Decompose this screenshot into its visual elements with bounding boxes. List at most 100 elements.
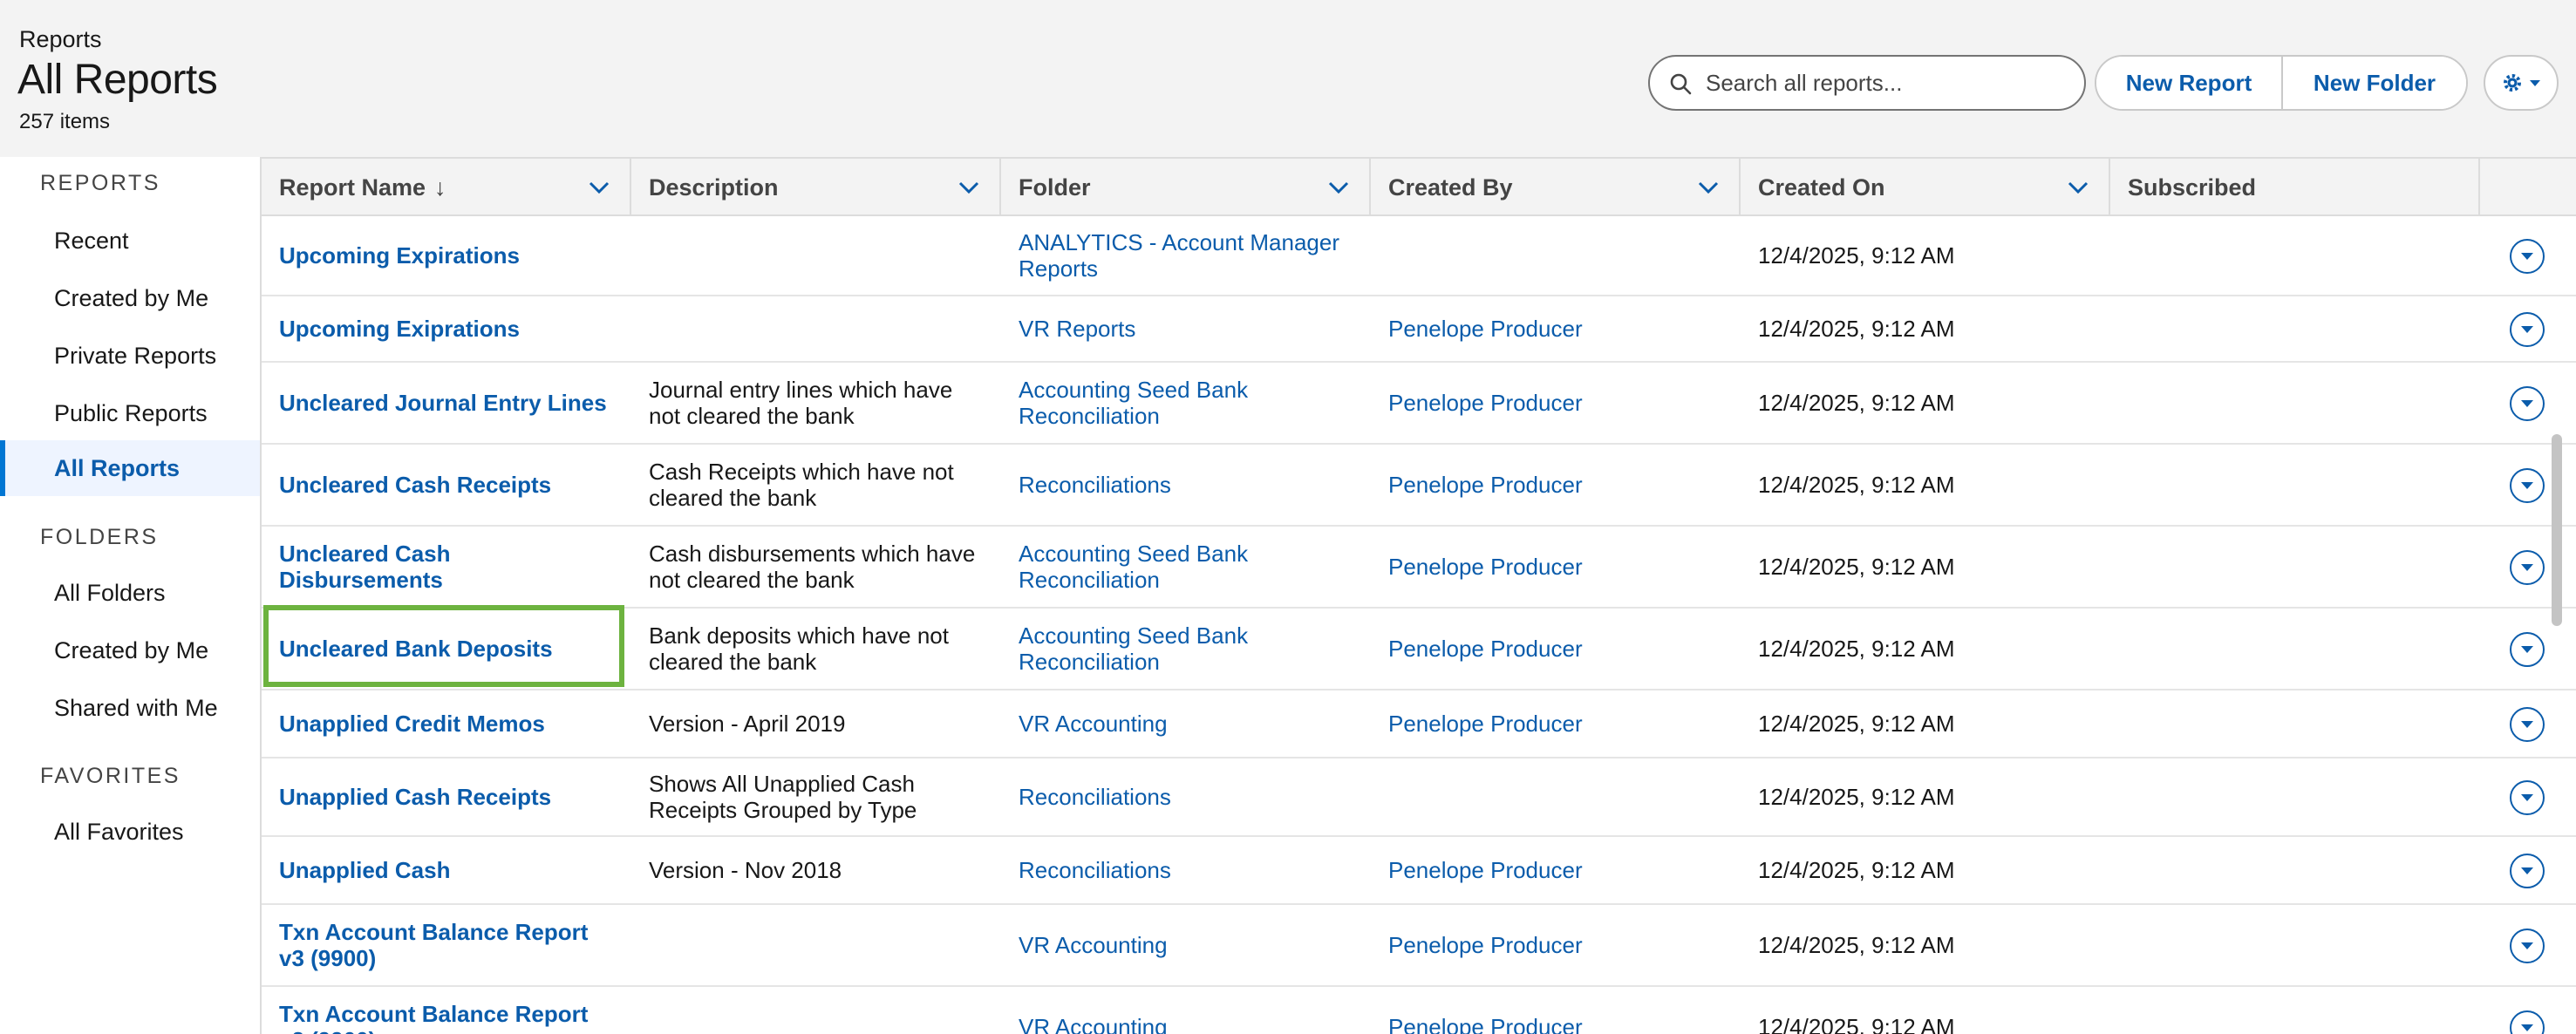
- report-name-link[interactable]: Unapplied Cash: [262, 837, 631, 903]
- breadcrumb[interactable]: Reports: [19, 26, 102, 53]
- report-name-link[interactable]: Unapplied Cash Receipts: [262, 758, 631, 835]
- created-on: 12/4/2025, 9:12 AM: [1758, 316, 1955, 342]
- chevron-down-icon[interactable]: [1327, 178, 1350, 197]
- report-name-link[interactable]: Txn Account Balance Report v3 (9900): [262, 905, 631, 985]
- created-by-link[interactable]: Penelope Producer: [1371, 445, 1741, 525]
- created-by-link[interactable]: Penelope Producer: [1371, 527, 1741, 607]
- table-row: Txn Account Balance Report v3 (9900) VR A…: [262, 905, 2576, 987]
- chevron-down-icon: [2521, 400, 2533, 407]
- column-header-description[interactable]: Description: [631, 159, 1001, 216]
- created-on: 12/4/2025, 9:12 AM: [1758, 636, 1955, 662]
- folder-link[interactable]: Accounting Seed Bank Reconciliation: [1001, 609, 1371, 689]
- created-by-link[interactable]: Penelope Producer: [1371, 690, 1741, 757]
- report-description: Shows All Unapplied Cash Receipts Groupe…: [649, 771, 917, 823]
- created-by-link[interactable]: Penelope Producer: [1371, 987, 1741, 1034]
- chevron-down-icon[interactable]: [2067, 178, 2089, 197]
- page-header: Reports All Reports 257 items New Report…: [0, 0, 2576, 157]
- column-label: Created On: [1758, 173, 1885, 201]
- row-action-icon[interactable]: [2510, 550, 2545, 585]
- sort-arrow-icon: ↓: [434, 173, 446, 201]
- folder-link[interactable]: Reconciliations: [1001, 445, 1371, 525]
- column-label: Description: [649, 173, 779, 201]
- chevron-down-icon[interactable]: [957, 178, 980, 197]
- chevron-down-icon[interactable]: [588, 178, 610, 197]
- folder-link[interactable]: Reconciliations: [1001, 837, 1371, 903]
- created-by-link[interactable]: Penelope Producer: [1371, 905, 1741, 985]
- sidebar-section-favorites: FAVORITES: [40, 764, 181, 788]
- sidebar-item-recent[interactable]: Recent: [0, 213, 260, 269]
- column-header-created-on[interactable]: Created On: [1741, 159, 2110, 216]
- folder-link[interactable]: VR Reports: [1001, 296, 1371, 361]
- sidebar-section-folders: FOLDERS: [40, 525, 159, 549]
- created-by-link[interactable]: Penelope Producer: [1371, 609, 1741, 689]
- sidebar-item-shared-with-me[interactable]: Shared with Me: [0, 680, 260, 736]
- created-by-link[interactable]: Penelope Producer: [1371, 837, 1741, 903]
- created-on: 12/4/2025, 9:12 AM: [1758, 784, 1955, 810]
- report-name-link[interactable]: Txn Account Balance Report v2 (9900): [262, 987, 631, 1034]
- folder-link[interactable]: VR Accounting: [1001, 690, 1371, 757]
- search-box[interactable]: [1648, 55, 2086, 111]
- table-row: Uncleared Cash Receipts Cash Receipts whi…: [262, 445, 2576, 527]
- report-name-link[interactable]: Upcoming Exiprations: [262, 296, 631, 361]
- sidebar-item-folders-created-by-me[interactable]: Created by Me: [0, 622, 260, 678]
- scrollbar-thumb[interactable]: [2552, 434, 2562, 626]
- report-name-link[interactable]: Unapplied Credit Memos: [262, 690, 631, 757]
- column-header-subscribed[interactable]: Subscribed: [2110, 159, 2480, 216]
- created-on: 12/4/2025, 9:12 AM: [1758, 554, 1955, 580]
- new-report-button[interactable]: New Report: [2096, 57, 2283, 109]
- row-action-icon[interactable]: [2510, 780, 2545, 815]
- row-action-icon[interactable]: [2510, 707, 2545, 742]
- table-row: Upcoming Expirations ANALYTICS - Account …: [262, 216, 2576, 296]
- created-on: 12/4/2025, 9:12 AM: [1758, 242, 1955, 269]
- report-description: Version - Nov 2018: [649, 857, 842, 883]
- column-label: Folder: [1019, 173, 1091, 201]
- column-header-created-by[interactable]: Created By: [1371, 159, 1741, 216]
- search-input[interactable]: [1706, 65, 2072, 100]
- row-action-icon[interactable]: [2510, 468, 2545, 503]
- sidebar-item-public-reports[interactable]: Public Reports: [0, 385, 260, 441]
- created-on: 12/4/2025, 9:12 AM: [1758, 1014, 1955, 1034]
- row-action-icon[interactable]: [2510, 386, 2545, 421]
- row-action-icon[interactable]: [2510, 929, 2545, 963]
- folder-link[interactable]: Accounting Seed Bank Reconciliation: [1001, 363, 1371, 443]
- folder-link[interactable]: ANALYTICS - Account Manager Reports: [1001, 216, 1371, 295]
- created-by-link[interactable]: Penelope Producer: [1371, 363, 1741, 443]
- settings-menu-button[interactable]: [2484, 55, 2559, 111]
- column-header-report-name[interactable]: Report Name ↓: [262, 159, 631, 216]
- report-name-link[interactable]: Uncleared Cash Disbursements: [262, 527, 631, 607]
- report-description: Cash Receipts which have not cleared the…: [649, 459, 954, 511]
- row-action-icon[interactable]: [2510, 312, 2545, 347]
- column-header-folder[interactable]: Folder: [1001, 159, 1371, 216]
- report-name-link[interactable]: Upcoming Expirations: [262, 216, 631, 295]
- created-by-link[interactable]: Penelope Producer: [1371, 296, 1741, 361]
- sidebar-item-all-reports[interactable]: All Reports: [0, 440, 260, 496]
- sidebar-item-private-reports[interactable]: Private Reports: [0, 328, 260, 384]
- report-name-link[interactable]: Uncleared Cash Receipts: [262, 445, 631, 525]
- report-name-link[interactable]: Uncleared Journal Entry Lines: [262, 363, 631, 443]
- chevron-down-icon: [2521, 326, 2533, 333]
- report-name-link[interactable]: Uncleared Bank Deposits: [262, 609, 631, 689]
- folder-link[interactable]: Accounting Seed Bank Reconciliation: [1001, 527, 1371, 607]
- report-description: [631, 296, 1001, 361]
- sidebar: REPORTS Recent Created by Me Private Rep…: [0, 157, 260, 1034]
- row-action-icon[interactable]: [2510, 1010, 2545, 1034]
- table-row: Upcoming Exiprations VR Reports Penelope P…: [262, 296, 2576, 363]
- folder-link[interactable]: VR Accounting: [1001, 987, 1371, 1034]
- row-action-icon[interactable]: [2510, 632, 2545, 667]
- row-action-icon[interactable]: [2510, 239, 2545, 274]
- folder-link[interactable]: VR Accounting: [1001, 905, 1371, 985]
- sidebar-item-all-folders[interactable]: All Folders: [0, 565, 260, 621]
- chevron-down-icon: [2521, 721, 2533, 728]
- row-action-icon[interactable]: [2510, 854, 2545, 888]
- new-folder-button[interactable]: New Folder: [2283, 57, 2466, 109]
- chevron-down-icon[interactable]: [1697, 178, 1720, 197]
- folder-link[interactable]: Reconciliations: [1001, 758, 1371, 835]
- scrollbar[interactable]: [2548, 216, 2566, 1034]
- sidebar-item-created-by-me[interactable]: Created by Me: [0, 270, 260, 326]
- chevron-down-icon: [2521, 253, 2533, 260]
- sidebar-item-all-favorites[interactable]: All Favorites: [0, 804, 260, 860]
- report-description: Cash disbursements which have not cleare…: [649, 541, 976, 593]
- report-description: [631, 905, 1001, 985]
- created-by-link: [1371, 216, 1741, 295]
- table-row: Uncleared Bank Deposits Bank deposits whi…: [262, 609, 2576, 690]
